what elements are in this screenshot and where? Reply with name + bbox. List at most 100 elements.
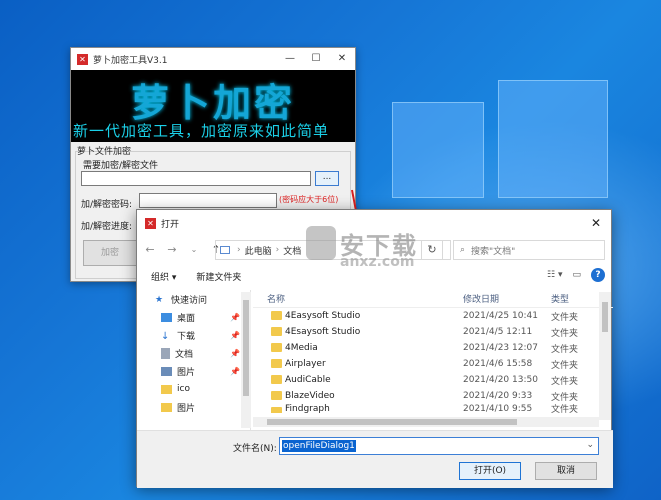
recent-dropdown-icon[interactable]: ⌄: [185, 245, 203, 254]
app-logo-icon: ✕: [77, 53, 88, 65]
back-arrow-icon[interactable]: ←: [141, 243, 159, 256]
filename-input[interactable]: openFileDialog1 ⌄: [279, 437, 599, 455]
new-folder-button[interactable]: 新建文件夹: [196, 270, 241, 283]
file-name: 4Media: [285, 343, 318, 353]
file-type: 文件夹: [551, 344, 579, 355]
download-icon: ↓: [161, 330, 170, 342]
filename-value: openFileDialog1: [282, 440, 356, 452]
file-name: Airplayer: [285, 359, 326, 369]
folder-icon: [271, 359, 282, 368]
close-icon[interactable]: ✕: [581, 216, 611, 230]
file-type: 文件夹: [551, 405, 579, 413]
file-list-vscrollbar[interactable]: [599, 292, 611, 420]
tree-item-label: 桌面: [177, 313, 196, 324]
filename-label: 文件名(N):: [233, 444, 277, 454]
app-title: 萝卜加密工具V3.1: [93, 55, 168, 66]
file-type: 文件夹: [551, 392, 579, 403]
chevron-down-icon[interactable]: ⌄: [586, 440, 594, 450]
search-icon: ⌕: [460, 245, 466, 255]
close-icon[interactable]: ✕: [329, 48, 355, 70]
tree-item-ico[interactable]: ico: [137, 380, 250, 398]
minimize-icon[interactable]: —: [277, 48, 303, 70]
app-banner: 萝卜加密 新一代加密工具，加密原来如此简单: [71, 70, 355, 142]
tree-item-quick-access[interactable]: ★ 快速访问: [137, 290, 250, 308]
file-row[interactable]: 4Esaysoft Studio 2021/4/5 12:11 文件夹: [253, 324, 613, 340]
search-box[interactable]: ⌕ 搜索"文档": [453, 240, 605, 260]
search-placeholder: 搜索"文档": [471, 246, 516, 257]
breadcrumb-separator-icon: ›: [275, 245, 280, 255]
column-date[interactable]: 修改日期: [463, 292, 499, 305]
column-type[interactable]: 类型: [551, 292, 569, 305]
folder-icon: [271, 375, 282, 384]
file-date: 2021/4/25 10:41: [463, 311, 538, 321]
dialog-app-icon: ✕: [145, 217, 156, 229]
tree-item-label: 图片: [177, 403, 196, 414]
password-hint: (密码应大于6位): [279, 195, 339, 204]
folder-icon: [271, 327, 282, 336]
maximize-icon[interactable]: ☐: [303, 48, 329, 70]
pin-icon: 📌: [230, 312, 240, 322]
column-name[interactable]: 名称: [267, 292, 285, 305]
pin-icon: 📌: [230, 330, 240, 340]
document-icon: [161, 347, 170, 359]
file-date: 2021/4/23 12:07: [463, 343, 538, 353]
banner-subtitle: 新一代加密工具，加密原来如此简单: [73, 122, 330, 140]
help-icon[interactable]: ?: [591, 268, 605, 282]
encrypt-button[interactable]: 加密: [83, 240, 137, 266]
tree-item-pictures-folder[interactable]: 图片: [137, 398, 250, 416]
progress-label: 加/解密进度:: [81, 222, 133, 232]
organize-menu[interactable]: 组织 ▾: [151, 270, 176, 283]
breadcrumb-separator-icon: ›: [237, 245, 241, 255]
tree-item-documents[interactable]: 文档 📌: [137, 344, 250, 362]
forward-arrow-icon[interactable]: →: [163, 243, 181, 256]
file-type: 文件夹: [551, 360, 579, 371]
navigation-tree: ★ 快速访问 桌面 📌 ↓ 下载 📌 文档 📌 图片 📌 ico 图片: [137, 290, 251, 430]
password-label: 加/解密密码:: [81, 200, 133, 210]
app-titlebar: ✕ 萝卜加密工具V3.1 — ☐ ✕: [71, 48, 355, 70]
file-row[interactable]: Findgraph 2021/4/10 9:55 文件夹: [253, 404, 613, 413]
folder-icon: [271, 311, 282, 320]
windows-logo-pane: [392, 102, 484, 198]
folder-icon: [161, 402, 172, 412]
tree-item-label: 文档: [175, 349, 194, 360]
dialog-footer: 文件名(N): openFileDialog1 ⌄ 打开(O) 取消: [137, 430, 613, 488]
file-label: 需要加密/解密文件: [83, 161, 159, 171]
file-type: 文件夹: [551, 328, 579, 339]
file-type: 文件夹: [551, 376, 579, 387]
file-row[interactable]: Airplayer 2021/4/6 15:58 文件夹: [253, 356, 613, 372]
folder-icon: [161, 384, 172, 394]
file-list-header: 名称 修改日期 类型: [253, 290, 613, 308]
file-row[interactable]: BlazeVideo 2021/4/20 9:33 文件夹: [253, 388, 613, 404]
file-name: Findgraph: [285, 404, 330, 413]
cancel-button[interactable]: 取消: [535, 462, 597, 480]
file-date: 2021/4/20 9:33: [463, 391, 533, 401]
pc-icon: [220, 246, 230, 254]
dialog-title: 打开: [161, 219, 180, 230]
browse-button[interactable]: ...: [315, 171, 339, 186]
tree-item-desktop[interactable]: 桌面 📌: [137, 308, 250, 326]
star-icon: ★: [155, 294, 164, 305]
watermark: 安下载 anxz.com: [306, 226, 426, 276]
breadcrumb-item[interactable]: 此电脑: [245, 244, 272, 257]
breadcrumb-item[interactable]: 文档: [283, 244, 301, 257]
tree-item-pictures[interactable]: 图片 📌: [137, 362, 250, 380]
file-list-hscrollbar[interactable]: [253, 417, 599, 427]
password-input[interactable]: [139, 193, 277, 208]
file-path-input[interactable]: [81, 171, 311, 186]
pin-icon: 📌: [230, 366, 240, 376]
file-row[interactable]: 4Easysoft Studio 2021/4/25 10:41 文件夹: [253, 308, 613, 324]
file-row[interactable]: 4Media 2021/4/23 12:07 文件夹: [253, 340, 613, 356]
folder-icon: [271, 407, 282, 413]
preview-pane-icon[interactable]: ▭: [572, 270, 581, 280]
tree-item-label: 图片: [177, 367, 196, 378]
folder-icon: [271, 391, 282, 400]
tree-item-downloads[interactable]: ↓ 下载 📌: [137, 326, 250, 344]
open-button[interactable]: 打开(O): [459, 462, 521, 480]
file-name: 4Easysoft Studio: [285, 311, 361, 321]
group-label: 萝卜文件加密: [77, 147, 132, 157]
windows-logo-pane: [498, 80, 608, 198]
view-options-icon[interactable]: ☷ ▾: [547, 270, 562, 280]
picture-icon: [161, 366, 172, 376]
file-row[interactable]: AudiCable 2021/4/20 13:50 文件夹: [253, 372, 613, 388]
tree-scrollbar[interactable]: [241, 292, 251, 428]
